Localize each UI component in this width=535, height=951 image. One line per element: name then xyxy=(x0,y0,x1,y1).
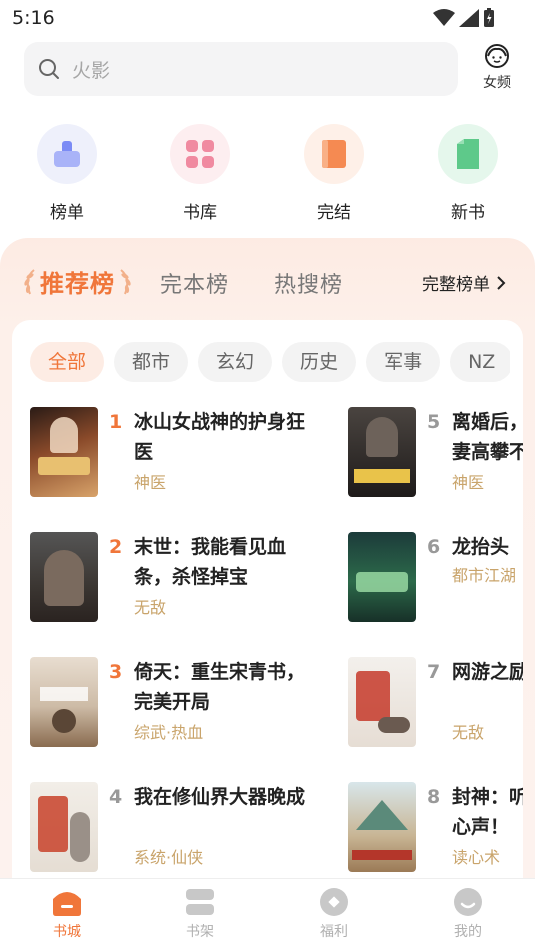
book-rank: 5 xyxy=(427,411,441,433)
book-cover xyxy=(30,657,98,747)
battery-icon xyxy=(484,8,494,27)
book-cover xyxy=(348,407,416,497)
status-icons xyxy=(433,8,495,28)
book-title: 封神：听心声！ xyxy=(452,786,523,838)
book-rank: 7 xyxy=(427,661,441,683)
book-tag: 神医 xyxy=(134,473,167,492)
quick-nav-new-books[interactable]: 新书 xyxy=(418,124,518,223)
book-rank: 6 xyxy=(427,536,441,558)
tab-hot-search-ranking[interactable]: 热搜榜 xyxy=(274,267,343,299)
female-channel-button[interactable]: 女频 xyxy=(474,42,520,96)
quick-nav-label: 书库 xyxy=(183,203,217,223)
book-title: 末世：我能看见血条，杀怪掉宝 xyxy=(134,536,287,588)
status-bar: 5:16 xyxy=(0,0,535,36)
wifi-icon xyxy=(433,9,455,26)
tab-bookstore[interactable]: 书城 xyxy=(22,887,112,941)
book-title: 离婚后，妻高攀不 xyxy=(452,411,523,463)
book-item[interactable]: 8 封神：听心声！ 读心术 xyxy=(348,782,523,874)
chevron-right-icon xyxy=(497,275,506,290)
genre-pill-more[interactable]: NZ xyxy=(450,342,510,382)
book-icon xyxy=(304,124,364,184)
book-item[interactable]: 5 离婚后，妻高攀不 神医 xyxy=(348,407,523,499)
bottom-tab-bar: 书城 书架 福利 我的 xyxy=(0,878,535,951)
genre-pill-urban[interactable]: 都市 xyxy=(114,342,189,382)
quick-nav-ranking[interactable]: 榜单 xyxy=(17,124,117,223)
tab-label: 推荐榜 xyxy=(40,270,115,298)
tab-label: 书架 xyxy=(186,924,214,940)
tab-profile[interactable]: 我的 xyxy=(423,887,513,941)
bookshelf-icon xyxy=(186,889,214,915)
genre-pill-fantasy[interactable]: 玄幻 xyxy=(198,342,273,382)
book-tag: 综武·热血 xyxy=(134,723,204,742)
search-bar[interactable]: 火影 xyxy=(24,42,458,96)
tab-label: 书城 xyxy=(53,924,81,940)
book-cover xyxy=(30,407,98,497)
book-cover xyxy=(30,782,98,872)
full-ranking-label: 完整榜单 xyxy=(422,275,490,295)
book-tag: 读心术 xyxy=(452,848,501,867)
book-cover xyxy=(30,532,98,622)
bookstore-icon xyxy=(53,892,81,916)
search-icon xyxy=(39,59,59,79)
book-title: 我在修仙界大器晚成 xyxy=(134,786,306,808)
book-tag: 无敌 xyxy=(452,723,485,742)
book-tag: 神医 xyxy=(452,473,485,492)
female-channel-label: 女频 xyxy=(483,75,511,91)
book-title: 倚天：重生宋青书，完美开局 xyxy=(134,661,306,713)
search-placeholder: 火影 xyxy=(72,59,111,82)
book-item[interactable]: 3 倚天：重生宋青书，完美开局 综武·热血 xyxy=(30,657,330,749)
genre-filter: 全部 都市 玄幻 历史 军事 NZ xyxy=(30,342,510,384)
book-rank: 1 xyxy=(109,411,123,433)
ranking-panel: 推荐榜 完本榜 热搜榜 完整榜单 全部 都市 玄幻 历史 军事 NZ 1 冰山女战神的护身… xyxy=(0,238,535,880)
full-ranking-link[interactable]: 完整榜单 xyxy=(422,270,508,295)
book-cover xyxy=(348,657,416,747)
book-tag: 系统·仙侠 xyxy=(134,848,204,867)
book-item[interactable]: 2 末世：我能看见血条，杀怪掉宝 无敌 xyxy=(30,532,330,624)
profile-icon xyxy=(454,888,482,916)
book-rank: 3 xyxy=(109,661,123,683)
genre-pill-military[interactable]: 军事 xyxy=(366,342,441,382)
female-avatar-icon xyxy=(485,44,509,68)
book-item[interactable]: 6 龙抬头 都市江湖 xyxy=(348,532,523,624)
quick-nav-completed[interactable]: 完结 xyxy=(284,124,384,223)
new-book-icon xyxy=(438,124,498,184)
tab-label: 我的 xyxy=(454,924,482,940)
book-title: 冰山女战神的护身狂医 xyxy=(134,411,306,463)
tab-recommended[interactable]: 推荐榜 xyxy=(22,264,133,299)
quick-nav-label: 新书 xyxy=(451,203,485,223)
book-rank: 8 xyxy=(427,786,441,808)
quick-nav-label: 完结 xyxy=(317,203,351,223)
book-item[interactable]: 1 冰山女战神的护身狂医 神医 xyxy=(30,407,330,499)
ranking-icon xyxy=(37,124,97,184)
quick-nav: 榜单 书库 完结 新书 xyxy=(0,124,535,224)
book-item[interactable]: 7 网游之励 无敌 xyxy=(348,657,523,749)
book-cover xyxy=(348,532,416,622)
book-tag: 都市江湖 xyxy=(452,566,517,585)
laurel-right-icon xyxy=(120,268,131,294)
book-rank: 2 xyxy=(109,536,123,558)
genre-pill-all[interactable]: 全部 xyxy=(30,342,105,382)
status-time: 5:16 xyxy=(12,7,55,29)
book-title: 网游之励 xyxy=(452,661,523,683)
book-cover xyxy=(348,782,416,872)
signal-icon xyxy=(459,9,479,27)
ranking-tabs: 推荐榜 完本榜 热搜榜 完整榜单 xyxy=(22,258,522,304)
tab-label: 福利 xyxy=(320,924,348,940)
tab-bookshelf[interactable]: 书架 xyxy=(155,887,245,941)
laurel-left-icon xyxy=(24,268,35,294)
tab-welfare[interactable]: 福利 xyxy=(289,887,379,941)
quick-nav-library[interactable]: 书库 xyxy=(150,124,250,223)
library-icon xyxy=(170,124,230,184)
book-item[interactable]: 4 我在修仙界大器晚成 系统·仙侠 xyxy=(30,782,330,874)
book-tag: 无敌 xyxy=(134,598,167,617)
welfare-icon xyxy=(320,888,348,916)
genre-pill-history[interactable]: 历史 xyxy=(282,342,357,382)
tab-completed-ranking[interactable]: 完本榜 xyxy=(160,267,229,299)
quick-nav-label: 榜单 xyxy=(50,203,84,223)
ranking-card: 全部 都市 玄幻 历史 军事 NZ 1 冰山女战神的护身狂医 神医 2 末世：我能看见血条… xyxy=(12,320,523,880)
book-title: 龙抬头 xyxy=(452,536,510,558)
book-rank: 4 xyxy=(109,786,123,808)
